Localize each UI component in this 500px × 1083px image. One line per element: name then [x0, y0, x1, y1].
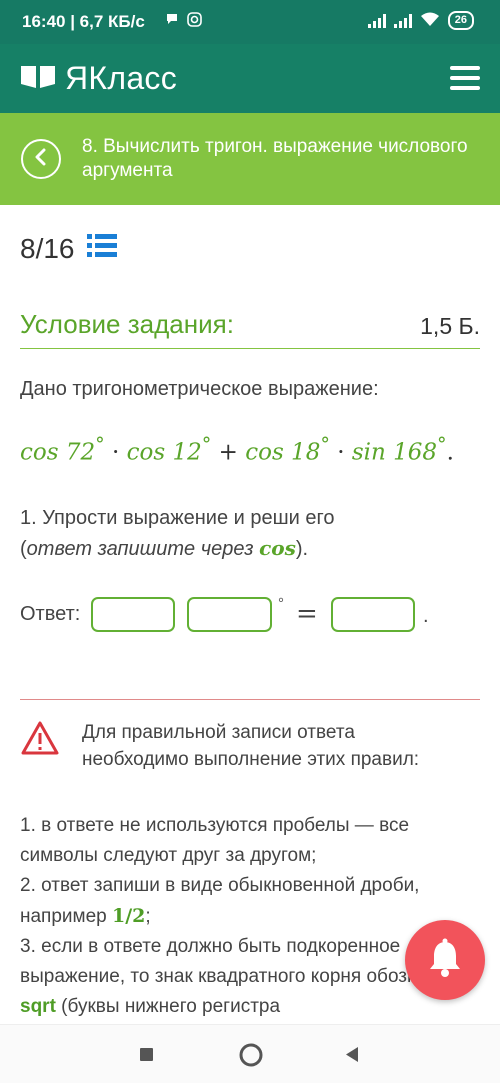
app-bar: ЯКласс [0, 44, 500, 113]
task-header: 8. Вычислить тригон. выражение числового… [0, 113, 500, 205]
term-1: cos 72 [20, 439, 96, 466]
system-nav-bar [0, 1024, 500, 1083]
answer-row: Ответ: ° = . [20, 595, 480, 632]
task-points: 1,5 Б. [420, 313, 480, 339]
given-text: Дано тригонометрическое выражение: [20, 378, 379, 400]
math-expression: cos 72° · cos 12° + cos 18° · sin 168°. [20, 433, 454, 466]
battery-icon: 26 [447, 11, 474, 30]
rule-2: 2. ответ запиши в виде обыкновенной дроб… [20, 875, 420, 927]
triangle-back-icon[interactable] [345, 1046, 359, 1068]
brand-name: ЯКласс [65, 60, 178, 96]
answer-label: Ответ: [20, 603, 81, 625]
signal-icon [367, 13, 386, 28]
warning-icon [20, 720, 60, 761]
term-3: cos 18 [245, 439, 321, 466]
answer-period: . [423, 605, 429, 627]
instagram-icon [186, 11, 202, 30]
step-1-instruction: 1. Упрости выражение и реши его (ответ з… [20, 507, 335, 560]
answer-input-angle[interactable] [187, 597, 272, 632]
bell-button[interactable] [405, 920, 485, 1000]
answer-input-function[interactable] [91, 597, 175, 632]
equals-sign: = [296, 599, 318, 629]
logo[interactable]: ЯКласс [20, 60, 177, 97]
status-time: 16:40 | 6,7 КБ/с [22, 12, 145, 31]
answer-input-result[interactable] [331, 597, 415, 632]
book-icon [20, 63, 56, 94]
condition-header: Условие задания: 1,5 Б. [20, 305, 480, 349]
degree-symbol: ° [278, 595, 284, 612]
circle-icon[interactable] [239, 1043, 263, 1072]
status-icons: 26 [165, 11, 474, 30]
signal-icon [393, 13, 412, 28]
wifi-icon [420, 12, 440, 30]
divider [20, 699, 480, 700]
back-arrow-icon [33, 148, 49, 171]
task-title: 8. Вычислить тригон. выражение числового… [82, 136, 468, 181]
chat-icon [165, 12, 179, 29]
task-progress: 8/16 [20, 232, 117, 265]
progress-count: 8/16 [20, 232, 75, 264]
term-2: cos 12 [126, 439, 202, 466]
list-icon[interactable] [86, 232, 117, 265]
term-4: sin 168 [351, 439, 438, 466]
rules-intro: Для правильной записи ответа необходимо … [82, 722, 420, 770]
menu-icon[interactable] [450, 66, 480, 90]
status-bar: 16:40 | 6,7 КБ/с 26 [0, 0, 500, 44]
rule-1: 1. в ответе не используются пробелы — вс… [20, 815, 410, 866]
bell-icon [426, 938, 464, 983]
back-button[interactable] [21, 139, 61, 179]
square-icon[interactable] [139, 1047, 154, 1067]
condition-title: Условие задания: [20, 309, 234, 339]
